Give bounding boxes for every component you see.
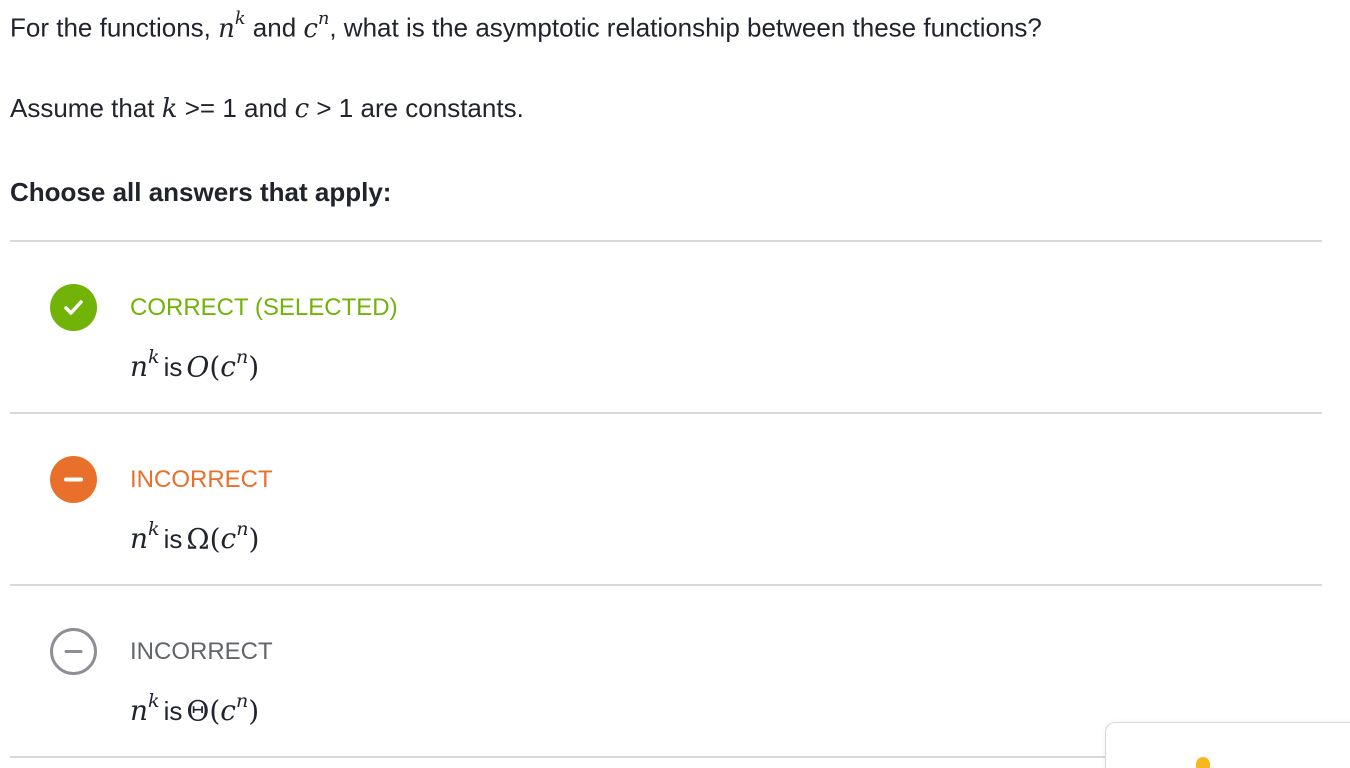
hint-panel[interactable] [1105,722,1350,768]
choice-status: INCORRECT [130,466,273,493]
variable-k: k [161,94,178,124]
assumption-text: Assume that k >= 1 and c > 1 are constan… [10,93,524,124]
answer-choice-1[interactable]: CORRECT (SELECTED) nk is O(cn) [0,242,1322,412]
check-icon [50,284,97,331]
question-text: For the functions, nk and cn, what is th… [10,9,1042,44]
choice-answer: nk is Ω(cn) [130,518,260,556]
choice-answer: nk is Θ(cn) [130,690,260,728]
exercise-page: For the functions, nk and cn, what is th… [0,0,1350,768]
lightbulb-icon [1196,757,1210,768]
minus-outline-icon [50,628,97,675]
function-c-n: cn [303,9,330,44]
answer-choice-2[interactable]: INCORRECT nk is Ω(cn) [0,414,1322,584]
choose-all-prompt: Choose all answers that apply: [10,177,392,207]
variable-c: c [294,94,310,124]
minus-icon [50,456,97,503]
choice-status: INCORRECT [130,638,273,665]
choice-status: CORRECT (SELECTED) [130,294,398,321]
function-n-k: nk [218,9,246,44]
choice-answer: nk is O(cn) [130,346,260,384]
